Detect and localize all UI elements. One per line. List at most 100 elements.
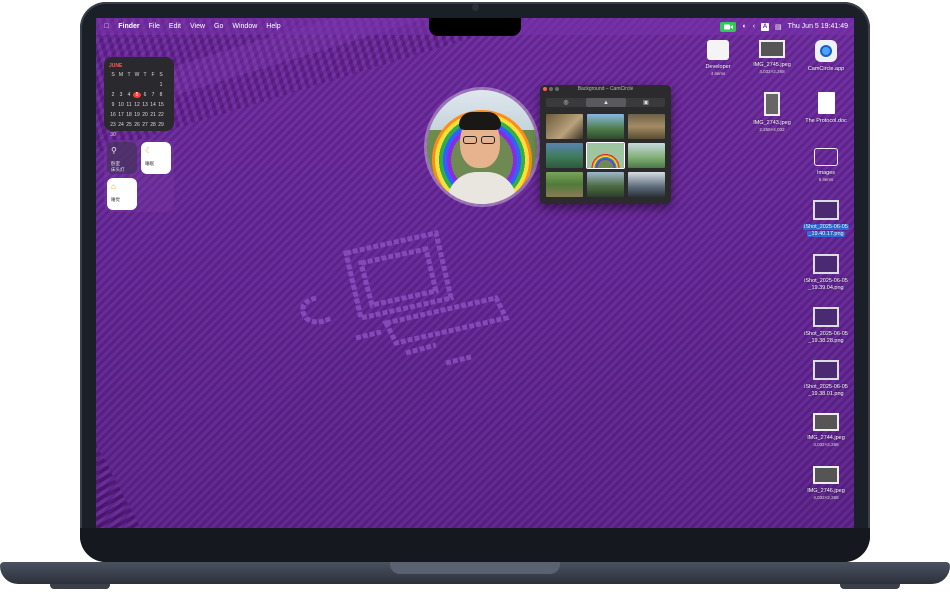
calendar-widget[interactable]: JUNE S M T W T F S 1 2 3 4 5 6 7 8 9 10 …	[104, 57, 174, 138]
blur-tab-icon[interactable]: ◎	[546, 98, 586, 107]
calendar-day: 19	[134, 112, 140, 118]
calendar-day: 7	[151, 92, 155, 98]
image-tab-icon[interactable]: ▣	[626, 98, 666, 107]
menu-app-name[interactable]: Finder	[118, 23, 139, 30]
desktop-item-name: iShot_2025-06-05	[804, 384, 848, 390]
background-thumbnail[interactable]	[587, 114, 624, 139]
menu-file[interactable]: File	[149, 23, 160, 30]
landscape-tab-icon[interactable]: ▲	[586, 98, 626, 107]
weekday-label: W	[134, 72, 140, 78]
desktop-item-ishot-193801[interactable]: iShot_2025-06-05 _19.38.01.png	[791, 360, 861, 397]
calendar-day: 11	[126, 102, 132, 108]
calendar-day: 3	[119, 92, 123, 98]
background-thumbnail[interactable]	[546, 114, 583, 139]
home-widget-bedtime[interactable]: ⌂ 睡觉	[107, 178, 137, 210]
calendar-day: 12	[134, 102, 140, 108]
background-thumbnail[interactable]	[546, 172, 583, 197]
document-icon	[817, 92, 835, 114]
menu-clock[interactable]: Thu Jun 5 19:41:49	[788, 23, 848, 30]
apple-icon[interactable]: 	[104, 23, 109, 30]
calendar-grid: S M T W T F S 1 2 3 4 5 6 7 8 9 10 11 12…	[109, 72, 169, 138]
camera-in-use-icon[interactable]	[720, 21, 737, 32]
background-thumbnail[interactable]	[628, 114, 665, 139]
desktop-item-name: The Protocol.doc	[805, 118, 847, 124]
screenshot-file-icon	[813, 254, 839, 274]
screenshot-file-icon	[813, 360, 839, 380]
control-center-icon[interactable]: ▤	[775, 23, 782, 31]
menu-window[interactable]: Window	[232, 23, 257, 30]
image-file-icon	[813, 413, 839, 431]
desktop-item-the-protocol-doc[interactable]: The Protocol.doc	[791, 92, 861, 125]
folder-icon	[814, 148, 838, 166]
calendar-day: 16	[110, 112, 116, 118]
desktop-item-name: _19.39.04.png	[808, 284, 844, 291]
desktop-item-name: iShot_2025-06-05	[804, 331, 848, 337]
webcam-person-hair	[459, 112, 501, 130]
home-widget-group: ⚲ 卧室 床头灯 ☾ 睡眠 ⌂ 睡觉	[104, 140, 174, 212]
image-file-icon	[813, 466, 839, 484]
desktop-item-name-selected: iShot_2025-06-05	[803, 224, 849, 230]
calendar-day: 29	[158, 122, 164, 128]
calendar-day: 23	[110, 122, 116, 128]
weekday-label: M	[118, 72, 124, 78]
calendar-day: 9	[111, 102, 115, 108]
desktop-item-info: 4,032×2,268	[813, 441, 839, 447]
desktop-item-name: _19.38.01.png	[808, 390, 844, 397]
glasses-icon	[463, 136, 497, 144]
home-widget-sleep[interactable]: ☾ 睡眠	[141, 142, 171, 174]
desktop-item-name-selected: _19.40.17.png	[807, 230, 845, 237]
background-thumbnail[interactable]	[546, 143, 583, 168]
laptop-base	[0, 562, 950, 590]
menu-edit[interactable]: Edit	[169, 23, 181, 30]
lightbulb-icon: ⚲	[111, 146, 117, 155]
background-thumbnail[interactable]	[587, 172, 624, 197]
desktop-item-info: 6 items	[818, 176, 834, 182]
desktop-item-images-folder[interactable]: Images 6 items	[791, 148, 861, 183]
desktop-item-ishot-193904[interactable]: iShot_2025-06-05 _19.39.04.png	[791, 254, 861, 291]
background-type-segmented-control: ◎ ▲ ▣	[546, 98, 665, 107]
menu-help[interactable]: Help	[266, 23, 280, 30]
input-source-icon[interactable]: A	[761, 22, 770, 31]
desktop-item-name: CamCircle.app	[807, 66, 845, 72]
desktop-item-img-2744[interactable]: IMG_2744.jpeg 4,032×2,268	[791, 413, 861, 448]
calendar-day: 10	[118, 102, 124, 108]
menu-view[interactable]: View	[190, 23, 205, 30]
calendar-day: 2	[111, 92, 115, 98]
laptop-foot	[840, 584, 900, 589]
camera-notch	[429, 18, 521, 36]
wallpaper-stripe-left	[96, 218, 174, 528]
home-widget-bedroom-light[interactable]: ⚲ 卧室 床头灯	[107, 142, 137, 174]
desktop-item-camcircle-app[interactable]: CamCircle.app	[791, 40, 861, 73]
menu-go[interactable]: Go	[214, 23, 223, 30]
weekday-label: S	[159, 72, 163, 78]
calendar-today: 5	[133, 92, 141, 98]
weekday-label: T	[127, 72, 131, 78]
calendar-day: 14	[150, 102, 156, 108]
home-widget-sub: 床头灯	[111, 167, 125, 172]
background-thumbnail-grid	[546, 114, 665, 197]
window-title: Background – CamCircle	[577, 86, 634, 92]
camcircle-app-icon	[815, 40, 837, 62]
calendar-day: 15	[158, 102, 164, 108]
chevron-left-icon[interactable]: ‹	[753, 23, 755, 30]
calendar-day: 17	[118, 112, 124, 118]
calendar-day: 22	[158, 112, 164, 118]
house-icon: ⌂	[111, 182, 116, 191]
desktop-item-ishot-194017[interactable]: iShot_2025-06-05 _19.40.17.png	[791, 200, 861, 237]
calendar-day: 27	[142, 122, 148, 128]
desktop-item-ishot-193828[interactable]: iShot_2025-06-05 _19.38.28.png	[791, 307, 861, 344]
focus-icon[interactable]: ◐	[742, 23, 746, 30]
image-file-icon	[759, 40, 785, 58]
camcircle-webcam-bubble[interactable]	[427, 90, 537, 204]
desktop-item-img-2746[interactable]: IMG_2746.jpeg 4,032×2,268	[791, 466, 861, 501]
background-thumbnail[interactable]	[628, 143, 665, 168]
weekday-label: T	[143, 72, 147, 78]
calendar-day: 26	[134, 122, 140, 128]
desktop-item-name: _19.38.28.png	[808, 337, 844, 344]
background-thumbnail[interactable]	[628, 172, 665, 197]
calendar-day: 8	[159, 92, 163, 98]
laptop-hinge-notch	[390, 562, 560, 574]
background-thumbnail-rainbow[interactable]	[587, 143, 624, 168]
wallpaper-classic-mac-art	[300, 230, 510, 366]
screenshot-file-icon	[813, 307, 839, 327]
